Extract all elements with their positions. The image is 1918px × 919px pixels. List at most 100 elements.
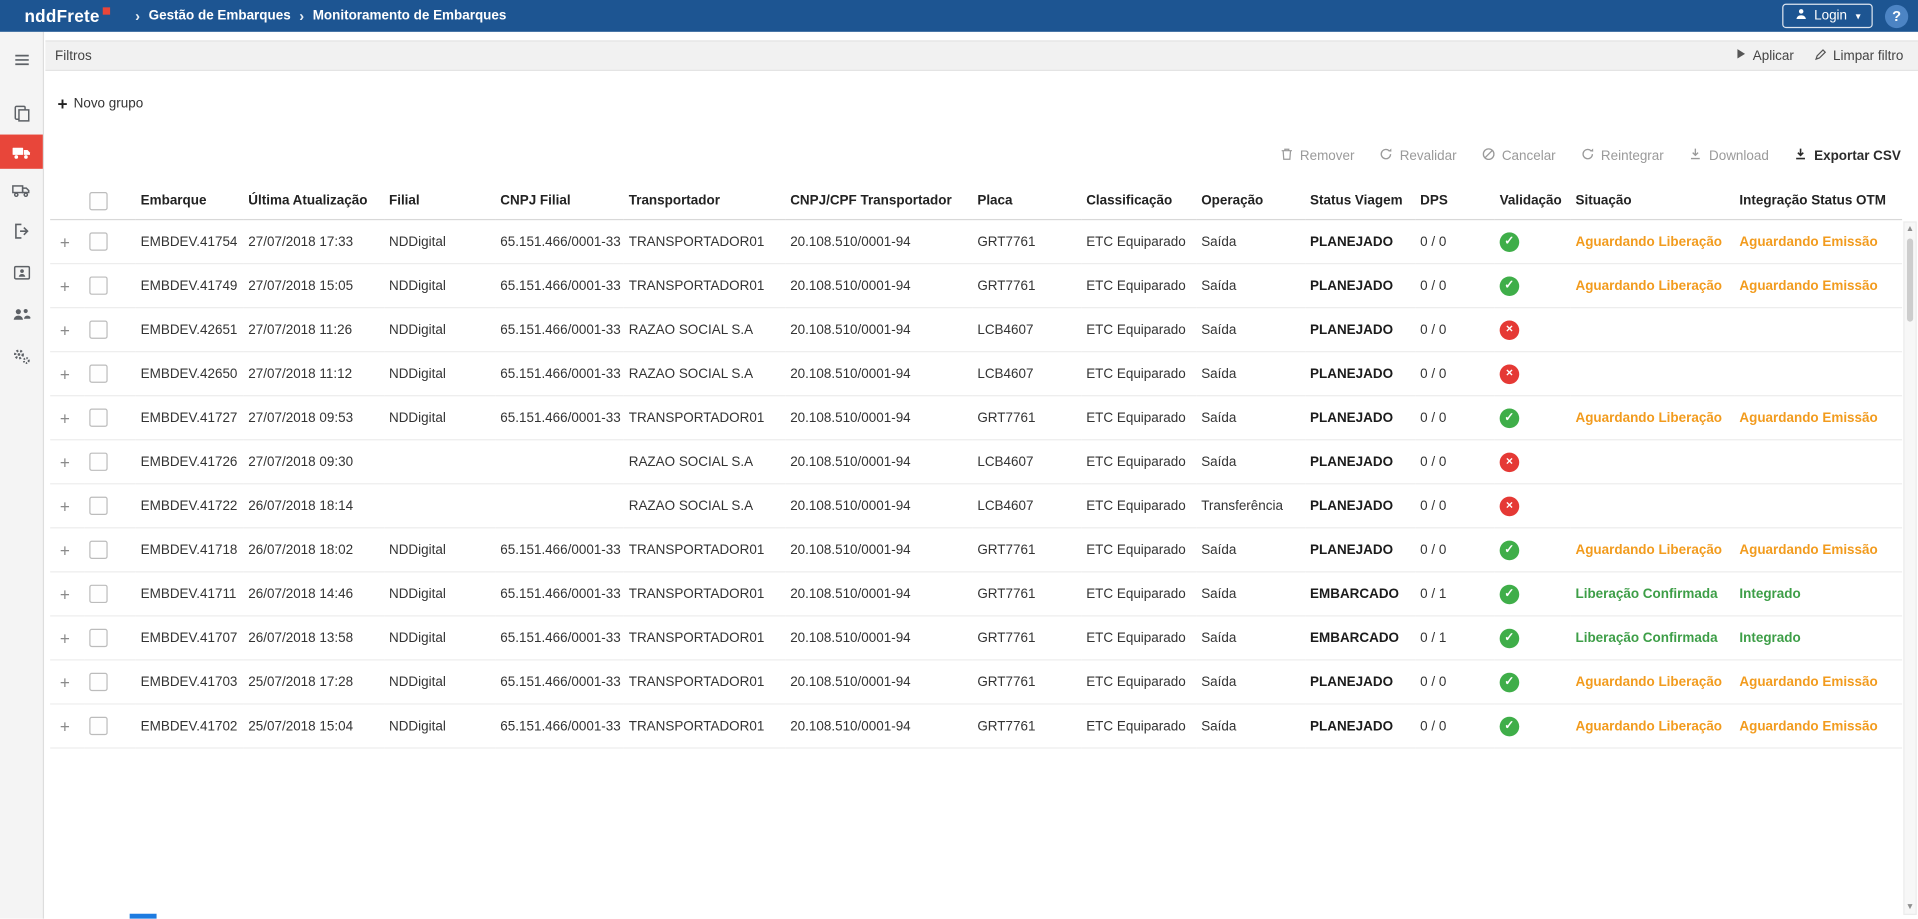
- sidebar-item-documents[interactable]: [0, 93, 43, 135]
- cell-filial: NDDigital: [384, 308, 495, 352]
- row-checkbox[interactable]: [89, 276, 107, 294]
- cell-status-viagem: PLANEJADO: [1305, 308, 1415, 352]
- cancel-button[interactable]: Cancelar: [1481, 147, 1556, 165]
- sidebar-item-contacts[interactable]: [0, 252, 43, 294]
- table-row[interactable]: + EMBDEV.41726 27/07/2018 09:30 RAZAO SO…: [50, 440, 1902, 484]
- ban-icon: [1481, 147, 1496, 165]
- table-row[interactable]: + EMBDEV.42650 27/07/2018 11:12 NDDigita…: [50, 352, 1902, 396]
- row-checkbox[interactable]: [89, 453, 107, 471]
- sidebar-item-fleet[interactable]: [0, 169, 43, 211]
- col-integracao-otm[interactable]: Integração Status OTM: [1735, 182, 1903, 219]
- table-row[interactable]: + EMBDEV.41754 27/07/2018 17:33 NDDigita…: [50, 220, 1902, 264]
- download-button[interactable]: Download: [1688, 147, 1769, 165]
- table-row[interactable]: + EMBDEV.41718 26/07/2018 18:02 NDDigita…: [50, 528, 1902, 572]
- cell-ultima-atualizacao: 27/07/2018 11:26: [243, 308, 384, 352]
- cell-filial: NDDigital: [384, 352, 495, 396]
- col-status-viagem[interactable]: Status Viagem: [1305, 182, 1415, 219]
- row-checkbox[interactable]: [89, 320, 107, 338]
- sidebar-item-logout[interactable]: [0, 210, 43, 252]
- table-toolbar: Remover Revalidar Cancelar Reintegrar: [45, 147, 1901, 165]
- breadcrumb-item-monitoramento[interactable]: Monitoramento de Embarques: [313, 9, 507, 24]
- col-situacao[interactable]: Situação: [1571, 182, 1735, 219]
- row-checkbox[interactable]: [89, 585, 107, 603]
- expand-toggle[interactable]: +: [55, 364, 70, 384]
- cell-cnpj-transportador: 20.108.510/0001-94: [785, 396, 972, 440]
- col-validacao[interactable]: Validação: [1495, 182, 1571, 219]
- select-cell: [84, 220, 135, 264]
- expand-toggle[interactable]: +: [55, 496, 70, 516]
- scroll-down-arrow-icon[interactable]: ▼: [1905, 900, 1916, 913]
- cell-status-viagem: PLANEJADO: [1305, 528, 1415, 572]
- expand-toggle[interactable]: +: [55, 452, 70, 472]
- cell-integracao-otm: Aguardando Emissão: [1735, 528, 1903, 572]
- col-operacao[interactable]: Operação: [1196, 182, 1305, 219]
- row-checkbox[interactable]: [89, 497, 107, 515]
- sidebar-item-settings[interactable]: [0, 335, 43, 377]
- expand-toggle[interactable]: +: [55, 672, 70, 692]
- cell-operacao: Saída: [1196, 352, 1305, 396]
- table-row[interactable]: + EMBDEV.41749 27/07/2018 15:05 NDDigita…: [50, 264, 1902, 308]
- col-placa[interactable]: Placa: [972, 182, 1081, 219]
- row-checkbox[interactable]: [89, 673, 107, 691]
- col-dps[interactable]: DPS: [1415, 182, 1495, 219]
- select-all-checkbox[interactable]: [89, 191, 107, 209]
- vertical-scrollbar[interactable]: ▲ ▼: [1903, 221, 1916, 915]
- col-filial[interactable]: Filial: [384, 182, 495, 219]
- col-embarque[interactable]: Embarque: [136, 182, 244, 219]
- login-label: Login: [1814, 9, 1847, 24]
- sidebar-item-shipments[interactable]: [0, 135, 43, 169]
- shipments-truck-icon: [11, 143, 32, 161]
- reintegrate-button[interactable]: Reintegrar: [1580, 147, 1664, 165]
- login-button[interactable]: Login ▾: [1782, 4, 1872, 28]
- pagination-indicator[interactable]: [130, 914, 157, 919]
- remove-button[interactable]: Remover: [1279, 147, 1354, 165]
- table-row[interactable]: + EMBDEV.42651 27/07/2018 11:26 NDDigita…: [50, 308, 1902, 352]
- breadcrumb-item-gestao[interactable]: Gestão de Embarques: [149, 9, 291, 24]
- clear-filter-button[interactable]: Limpar filtro: [1813, 47, 1903, 64]
- cell-validacao: ✓: [1495, 660, 1571, 704]
- row-checkbox[interactable]: [89, 717, 107, 735]
- expand-toggle[interactable]: +: [55, 232, 70, 252]
- row-checkbox[interactable]: [89, 629, 107, 647]
- table-row[interactable]: + EMBDEV.41722 26/07/2018 18:14 RAZAO SO…: [50, 484, 1902, 528]
- new-group-button[interactable]: + Novo grupo: [57, 93, 143, 115]
- revalidate-button[interactable]: Revalidar: [1379, 147, 1457, 165]
- revalidate-label: Revalidar: [1400, 149, 1457, 164]
- cell-situacao: [1571, 352, 1735, 396]
- expand-toggle[interactable]: +: [55, 628, 70, 648]
- scroll-up-arrow-icon[interactable]: ▲: [1905, 223, 1916, 236]
- row-checkbox[interactable]: [89, 541, 107, 559]
- expand-toggle[interactable]: +: [55, 584, 70, 604]
- expand-toggle[interactable]: +: [55, 408, 70, 428]
- col-ultima-atualizacao[interactable]: Última Atualização: [243, 182, 384, 219]
- expand-toggle[interactable]: +: [55, 540, 70, 560]
- row-checkbox[interactable]: [89, 409, 107, 427]
- main-content: Filtros Aplicar Limpar filtro +: [45, 32, 1918, 919]
- cell-validacao: ✓: [1495, 704, 1571, 748]
- col-cnpj-transportador[interactable]: CNPJ/CPF Transportador: [785, 182, 972, 219]
- menu-toggle[interactable]: [0, 42, 43, 79]
- scrollbar-thumb[interactable]: [1907, 239, 1913, 322]
- col-transportador[interactable]: Transportador: [624, 182, 785, 219]
- cell-classificacao: ETC Equiparado: [1081, 528, 1196, 572]
- cell-filial: NDDigital: [384, 396, 495, 440]
- expand-toggle[interactable]: +: [55, 716, 70, 736]
- expand-toggle[interactable]: +: [55, 320, 70, 340]
- table-row[interactable]: + EMBDEV.41711 26/07/2018 14:46 NDDigita…: [50, 572, 1902, 616]
- table-row[interactable]: + EMBDEV.41703 25/07/2018 17:28 NDDigita…: [50, 660, 1902, 704]
- cell-ultima-atualizacao: 27/07/2018 09:30: [243, 440, 384, 484]
- sidebar-item-users[interactable]: [0, 294, 43, 336]
- row-checkbox[interactable]: [89, 232, 107, 250]
- export-csv-button[interactable]: Exportar CSV: [1793, 147, 1901, 165]
- col-classificacao[interactable]: Classificação: [1081, 182, 1196, 219]
- table-row[interactable]: + EMBDEV.41727 27/07/2018 09:53 NDDigita…: [50, 396, 1902, 440]
- row-checkbox[interactable]: [89, 365, 107, 383]
- help-button[interactable]: ?: [1885, 4, 1908, 27]
- apply-filter-button[interactable]: Aplicar: [1734, 48, 1793, 64]
- table-row[interactable]: + EMBDEV.41707 26/07/2018 13:58 NDDigita…: [50, 616, 1902, 660]
- col-cnpj-filial[interactable]: CNPJ Filial: [495, 182, 623, 219]
- cell-dps: 0 / 0: [1415, 704, 1495, 748]
- expand-toggle[interactable]: +: [55, 276, 70, 296]
- table-row[interactable]: + EMBDEV.41702 25/07/2018 15:04 NDDigita…: [50, 704, 1902, 748]
- filters-bar: Filtros Aplicar Limpar filtro: [45, 40, 1918, 71]
